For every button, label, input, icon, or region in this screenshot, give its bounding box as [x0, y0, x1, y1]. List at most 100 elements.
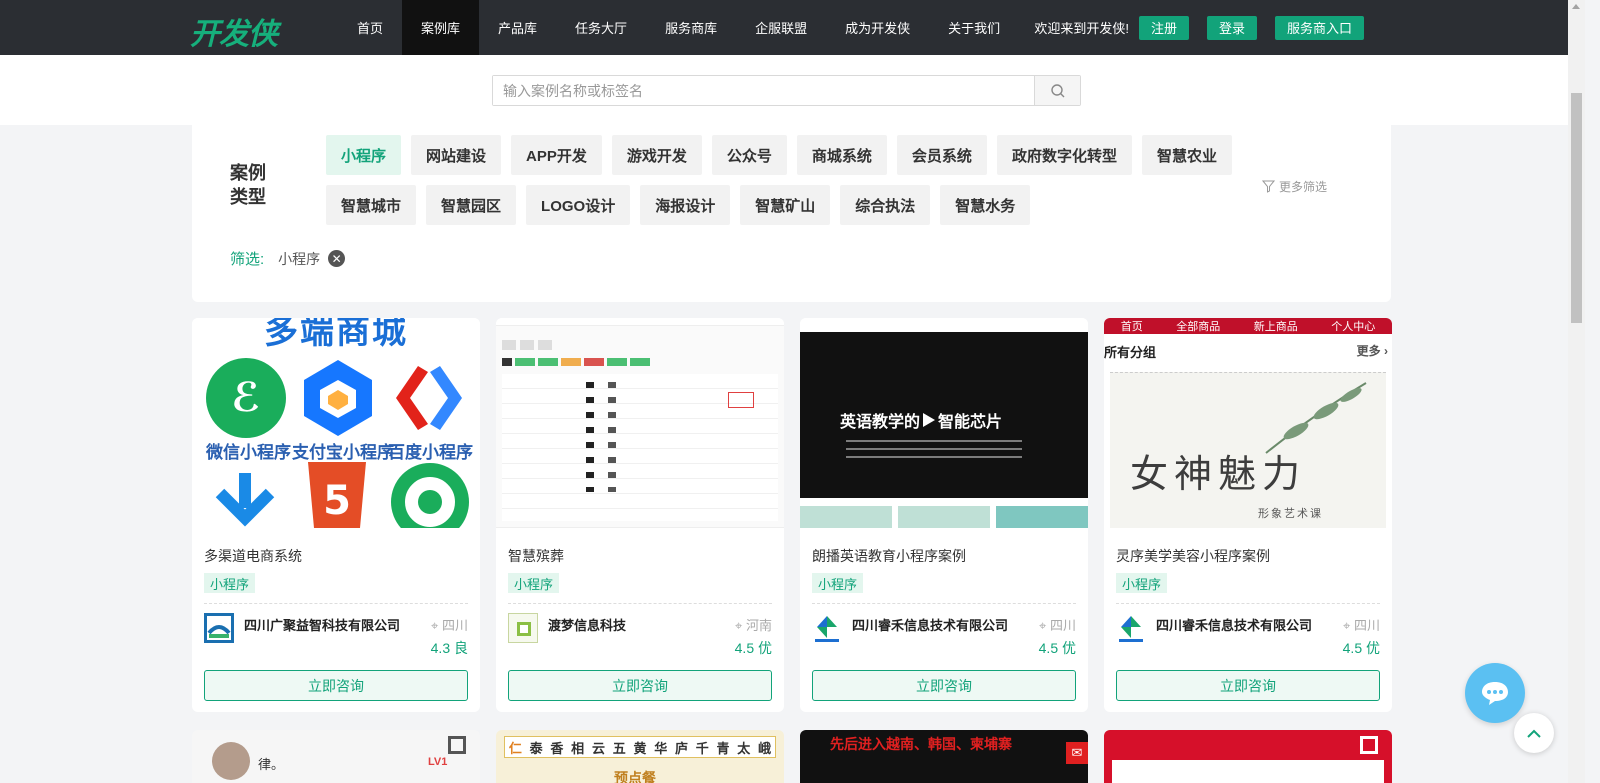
- company-name[interactable]: 渡梦信息科技: [548, 615, 626, 634]
- bytedance-logo: [210, 468, 280, 528]
- filter-panel: 案例类型 小程序 网站建设 APP开发 游戏开发 公众号 商城系统 会员系统 政…: [192, 125, 1391, 302]
- video-caption-lines: [846, 440, 1022, 458]
- divider: [508, 603, 772, 604]
- clear-filter-icon[interactable]: ✕: [328, 250, 346, 267]
- location-text: 四川: [1353, 618, 1380, 633]
- case-card[interactable]: 先后进入越南、韩国、柬埔寨 ✉: [800, 730, 1088, 783]
- scroll-up-arrow-icon[interactable]: [1572, 4, 1580, 9]
- brand-char: 青: [716, 740, 730, 756]
- menu-item-alliance[interactable]: 企服联盟: [736, 0, 826, 55]
- login-button[interactable]: 登录: [1206, 15, 1257, 40]
- case-thumbnail: 多端商城 ℰ 微信小程序 支付宝小程序 百度小程序 5: [192, 318, 480, 528]
- case-tag[interactable]: 小程序: [508, 573, 560, 593]
- scrollbar-thumb[interactable]: [1571, 93, 1582, 323]
- white-panel: [1112, 760, 1384, 783]
- case-title[interactable]: 智慧殡葬: [508, 546, 564, 566]
- brand-char: 千: [695, 740, 709, 756]
- case-card[interactable]: 仁 泰 香 相 云 五 黄 华 庐 千 青 太 峨 预点餐: [496, 730, 784, 783]
- filter-tag[interactable]: APP开发: [511, 135, 602, 175]
- case-card[interactable]: [1104, 730, 1392, 783]
- filter-tag[interactable]: 政府数字化转型: [996, 135, 1132, 175]
- filter-tag[interactable]: 会员系统: [896, 135, 987, 175]
- company-location: ⌖ 四川: [1039, 618, 1076, 633]
- video-heading: 英语教学的 智能芯片: [840, 408, 1002, 432]
- case-cards-row2: 律。 LV1 仁 泰 香 相 云 五 黄 华 庐 千 青 太 峨 预点餐 先后进…: [192, 730, 1392, 783]
- filter-tag[interactable]: 智慧农业: [1141, 135, 1232, 175]
- brand-char: 五: [612, 740, 626, 756]
- chat-button[interactable]: [1465, 663, 1525, 723]
- filter-funnel-icon: [1262, 180, 1275, 193]
- filter-tag[interactable]: 智慧水务: [940, 185, 1031, 225]
- admin-action-buttons: [502, 358, 650, 366]
- company-name[interactable]: 四川睿禾信息技术有限公司: [1156, 615, 1312, 634]
- back-to-top-button[interactable]: [1514, 713, 1554, 753]
- menu-item-providers[interactable]: 服务商库: [646, 0, 736, 55]
- admin-toolbar: [502, 340, 778, 350]
- more-filter-button[interactable]: 更多筛选: [1262, 178, 1327, 195]
- consult-button[interactable]: 立即咨询: [1116, 670, 1380, 701]
- company-name[interactable]: 四川广聚益智科技有限公司: [244, 615, 400, 634]
- search-input[interactable]: [493, 76, 1034, 105]
- case-card[interactable]: 多端商城 ℰ 微信小程序 支付宝小程序 百度小程序 5 多渠道电商系统 小程序: [192, 318, 480, 712]
- menu-item-products[interactable]: 产品库: [479, 0, 556, 55]
- wechat-miniapp-logo: ℰ: [206, 358, 286, 438]
- admin-table: [502, 374, 778, 521]
- filter-tag[interactable]: 智慧园区: [426, 185, 517, 225]
- brand-char: 泰: [529, 740, 543, 756]
- company-rating: 4.5 优: [1038, 640, 1076, 656]
- menu-item-about[interactable]: 关于我们: [929, 0, 1019, 55]
- company-name[interactable]: 四川睿禾信息技术有限公司: [852, 615, 1008, 634]
- pre-order-sign: 预点餐: [614, 770, 656, 783]
- main-menu: 首页 案例库 产品库 任务大厅 服务商库 企服联盟 成为开发侠 关于我们: [338, 0, 1019, 55]
- consult-button[interactable]: 立即咨询: [508, 670, 772, 701]
- menu-item-cases[interactable]: 案例库: [402, 0, 480, 55]
- company-location: ⌖ 四川: [1343, 618, 1380, 633]
- menu-item-home[interactable]: 首页: [338, 0, 402, 55]
- brand-char: 太: [737, 740, 751, 756]
- case-card[interactable]: 首页 全部商品 新上商品 个人中心 所有分组 更多 › 女神魅力 形象艺术课 灵…: [1104, 318, 1392, 712]
- location-text: 四川: [1049, 618, 1076, 633]
- case-card[interactable]: 智慧殡葬 小程序 渡梦信息科技 ⌖ 河南 4.5 优 立即咨询: [496, 318, 784, 712]
- consult-button[interactable]: 立即咨询: [812, 670, 1076, 701]
- filter-tag[interactable]: 智慧城市: [326, 185, 417, 225]
- case-tag[interactable]: 小程序: [1116, 573, 1168, 593]
- search-button[interactable]: [1034, 76, 1080, 105]
- alipay-miniapp-label: 支付宝小程序: [292, 443, 394, 462]
- site-logo[interactable]: 开发侠: [190, 9, 278, 53]
- scrollbar[interactable]: [1568, 0, 1585, 783]
- filter-tag[interactable]: 游戏开发: [611, 135, 702, 175]
- filter-tag[interactable]: 商城系统: [796, 135, 887, 175]
- brand-char: 相: [571, 740, 585, 756]
- video-heading-1: 英语教学的: [840, 414, 921, 431]
- register-button[interactable]: 注册: [1138, 15, 1189, 40]
- case-tag[interactable]: 小程序: [812, 573, 864, 593]
- case-cards: 多端商城 ℰ 微信小程序 支付宝小程序 百度小程序 5 多渠道电商系统 小程序: [192, 318, 1392, 712]
- welcome-text: 欢迎来到开发侠!: [1034, 21, 1129, 36]
- more-filter-label: 更多筛选: [1279, 180, 1328, 194]
- menu-item-tasks[interactable]: 任务大厅: [556, 0, 646, 55]
- case-title[interactable]: 朗播英语教育小程序案例: [812, 546, 966, 566]
- menu-item-become-dev[interactable]: 成为开发侠: [826, 0, 929, 55]
- filter-tag[interactable]: 海报设计: [640, 185, 731, 225]
- case-tag[interactable]: 小程序: [204, 573, 256, 593]
- filter-tag[interactable]: 网站建设: [411, 135, 502, 175]
- divider: [204, 603, 468, 604]
- case-title[interactable]: 灵序美学美容小程序案例: [1116, 546, 1270, 566]
- top-navbar: 开发侠 首页 案例库 产品库 任务大厅 服务商库 企服联盟 成为开发侠 关于我们…: [0, 0, 1568, 55]
- consult-button[interactable]: 立即咨询: [204, 670, 468, 701]
- case-card[interactable]: 律。 LV1: [192, 730, 480, 783]
- location-text: 四川: [441, 618, 468, 633]
- case-card[interactable]: 英语教学的 智能芯片 朗播英语教育小程序案例 小程序 四川睿禾信息技术有限公司 …: [800, 318, 1088, 712]
- provider-entry-button[interactable]: 服务商入口: [1274, 15, 1364, 40]
- filter-tag[interactable]: 公众号: [711, 135, 787, 175]
- brand-char: 云: [591, 740, 605, 756]
- video-frame: 英语教学的 智能芯片: [800, 332, 1088, 498]
- filter-tag[interactable]: 智慧矿山: [740, 185, 831, 225]
- app-tab: 全部商品: [1176, 321, 1221, 333]
- chat-bubble-icon: [1482, 682, 1508, 705]
- case-title[interactable]: 多渠道电商系统: [204, 546, 302, 566]
- filter-tag[interactable]: 综合执法: [840, 185, 931, 225]
- circle-app-logo: [390, 462, 470, 528]
- filter-tag[interactable]: LOGO设计: [526, 185, 631, 225]
- filter-tag[interactable]: 小程序: [326, 135, 402, 175]
